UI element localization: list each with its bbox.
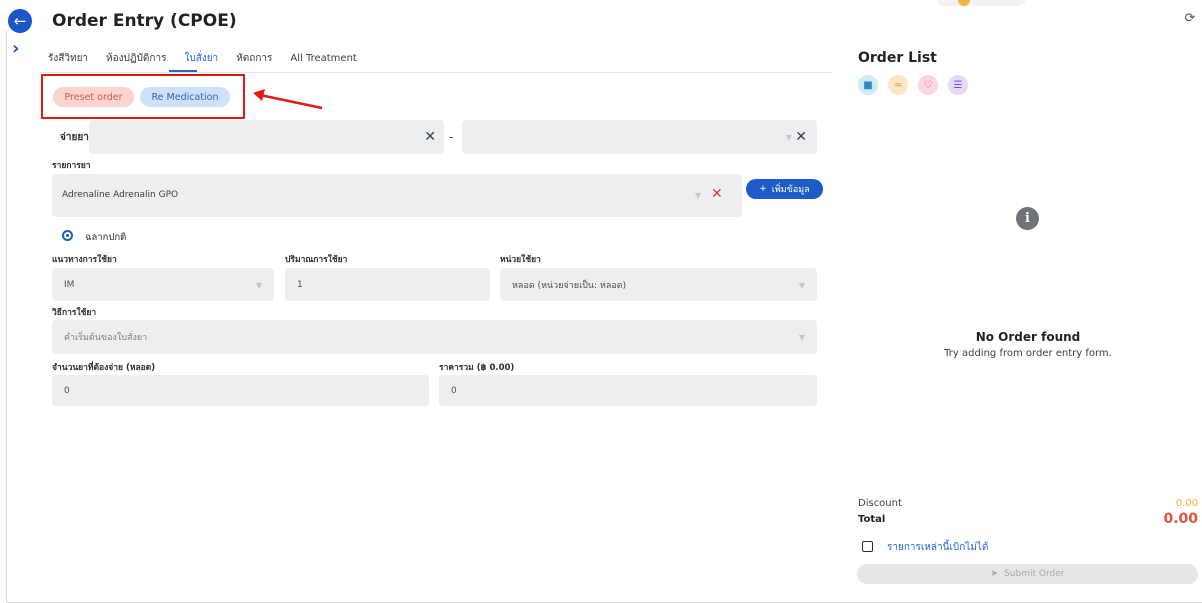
info-icon: i <box>1016 207 1039 230</box>
heart-icon[interactable]: ♡ <box>918 75 938 95</box>
preset-order-button[interactable]: Preset order <box>53 87 134 107</box>
tab-divider <box>40 72 832 73</box>
empty-subtitle: Try adding from order entry form. <box>944 348 1112 359</box>
total-price-input[interactable]: 0 <box>439 375 817 406</box>
dispense-select[interactable]: ▼ ✕ <box>462 120 817 154</box>
send-icon: ➤ <box>990 569 999 579</box>
dispense-input[interactable]: ✕ <box>89 120 444 154</box>
chevron-down-icon: ▼ <box>785 133 792 142</box>
method-select-placeholder: คำเริ่มต้นของใบสั่งยา <box>64 333 148 343</box>
expand-sidebar-button[interactable]: › <box>12 40 26 58</box>
dispense-quantity-value: 0 <box>64 385 70 396</box>
range-dash: - <box>449 130 454 144</box>
clear-icon[interactable]: ✕ <box>424 130 436 144</box>
discount-label: Discount <box>858 498 902 509</box>
chevron-down-icon: ▼ <box>798 281 805 290</box>
quantity-label: ปริมาณการใช้ยา <box>285 255 348 265</box>
submit-order-label: Submit Order <box>1004 569 1065 579</box>
route-select-value: IM <box>64 279 75 290</box>
total-price-label: ราคารวม (฿ 0.00) <box>439 363 515 373</box>
empty-title: No Order found <box>975 330 1081 344</box>
top-partial-pill <box>936 0 1026 6</box>
quantity-input[interactable]: 1 <box>285 268 490 301</box>
clear-icon[interactable]: ✕ <box>795 130 807 144</box>
tab-radiology[interactable]: รังสีวิทยา <box>48 52 88 66</box>
total-value: 0.00 <box>1163 511 1198 527</box>
dispense-quantity-label: จำนวนยาที่ต้องจ่าย (หลอด) <box>52 363 156 373</box>
add-data-label: เพิ่มข้อมูล <box>771 185 810 195</box>
re-medication-button[interactable]: Re Medication <box>140 87 230 107</box>
app: ← › Order Entry (CPOE) ⟳ รังสีวิทยา ห้อง… <box>0 0 1202 603</box>
drug-select-value: Adrenaline Adrenalin GPO <box>62 190 179 200</box>
page-title: Order Entry (CPOE) <box>52 11 237 31</box>
drug-list-label: รายการยา <box>52 161 91 171</box>
bed-icon[interactable]: ■ <box>858 75 878 95</box>
route-icon[interactable]: ≈ <box>888 75 908 95</box>
chevron-right-icon: › <box>12 38 20 59</box>
plus-icon: + <box>759 184 767 194</box>
history-icon[interactable]: ⟳ <box>1182 11 1198 27</box>
total-price-value: 0 <box>451 385 457 396</box>
non-reimbursable-label[interactable]: รายการเหล่านี้เบิกไม่ได้ <box>887 540 988 555</box>
arrow-left-icon: ← <box>13 11 27 30</box>
add-data-button[interactable]: + เพิ่มข้อมูล <box>746 179 823 199</box>
tab-all-treatment[interactable]: All Treatment <box>290 52 356 66</box>
order-list-title: Order List <box>858 50 937 66</box>
submit-order-button[interactable]: ➤ Submit Order <box>857 564 1198 584</box>
label-normal-radio[interactable] <box>62 230 73 241</box>
remove-drug-icon[interactable]: ✕ <box>711 186 723 202</box>
annotation-arrow <box>253 89 323 110</box>
left-border <box>6 30 7 603</box>
unit-select[interactable]: หลอด (หน่วยจ่ายเป็น: หลอด) ▼ <box>500 268 817 301</box>
quantity-input-value: 1 <box>297 279 303 290</box>
list-icon[interactable]: ☰ <box>948 75 968 95</box>
tab-laboratory[interactable]: ห้องปฏิบัติการ <box>106 52 166 66</box>
tab-bar: รังสีวิทยา ห้องปฏิบัติการ ใบสั่งยา หัตถก… <box>48 52 375 66</box>
method-select[interactable]: คำเริ่มต้นของใบสั่งยา ▼ <box>52 320 817 354</box>
discount-value: 0.00 <box>1175 498 1198 509</box>
chevron-down-icon: ▼ <box>695 191 702 200</box>
tab-procedure[interactable]: หัตถการ <box>236 52 272 66</box>
tab-prescription[interactable]: ใบสั่งยา <box>184 52 218 66</box>
unit-label: หน่วยใช้ยา <box>500 255 541 265</box>
route-select[interactable]: IM ▼ <box>52 268 274 301</box>
total-label: Total <box>858 514 886 525</box>
unit-select-value: หลอด (หน่วยจ่ายเป็น: หลอด) <box>512 280 627 291</box>
chevron-down-icon: ▼ <box>798 333 805 342</box>
back-button[interactable]: ← <box>8 9 32 33</box>
dispense-label: จ่ายยา: <box>60 132 93 143</box>
label-normal-text: ฉลากปกติ <box>85 232 127 243</box>
route-label: แนวทางการใช้ยา <box>52 255 117 265</box>
non-reimbursable-checkbox[interactable] <box>862 541 873 552</box>
chevron-down-icon: ▼ <box>255 281 262 290</box>
method-label: วิธีการใช้ยา <box>52 308 97 318</box>
dispense-quantity-input[interactable]: 0 <box>52 375 429 406</box>
status-dot <box>958 0 970 6</box>
